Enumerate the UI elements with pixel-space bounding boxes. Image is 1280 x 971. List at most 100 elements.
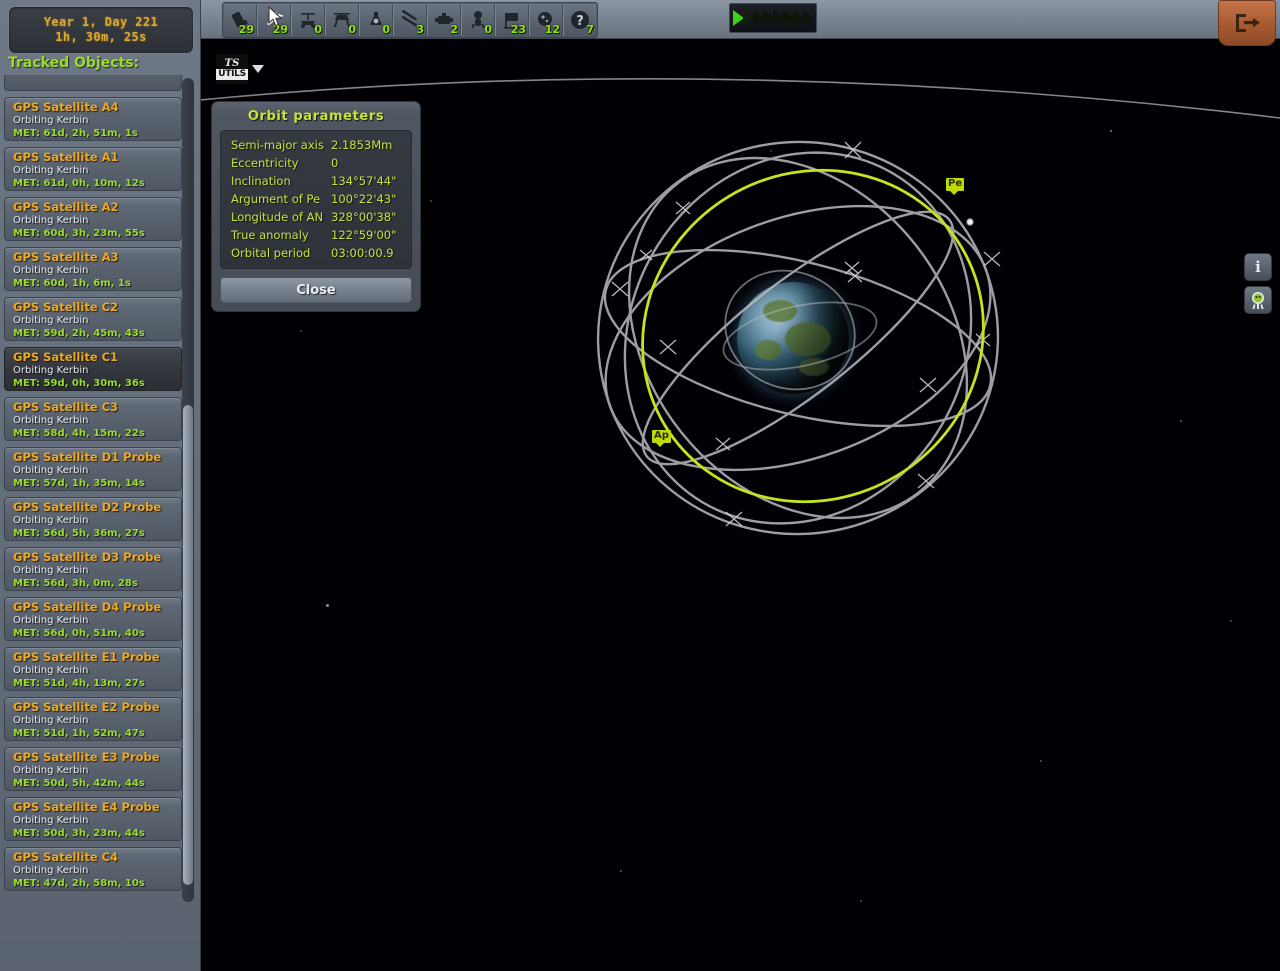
vessel-body: Orbiting Kerbin	[13, 115, 89, 126]
filter-debris-count: 3	[416, 23, 424, 36]
list-item[interactable]: GPS Satellite E3 Probe Orbiting Kerbin M…	[4, 747, 182, 791]
vessel-body: Orbiting Kerbin	[13, 365, 89, 376]
list-item[interactable]: GPS Satellite D1 Probe Orbiting Kerbin M…	[4, 447, 182, 491]
vessel-met: MET: 58d, 4h, 15m, 22s	[13, 428, 145, 439]
param-value: 100°22'43"	[331, 192, 397, 206]
list-item[interactable]: GPS Satellite C2 Orbiting Kerbin MET: 59…	[4, 297, 182, 341]
vessel-name: GPS Satellite C1	[13, 350, 119, 364]
vessel-met: MET: 60d, 1h, 6m, 1s	[13, 278, 131, 289]
dialog-title: Orbit parameters	[247, 109, 385, 124]
vessel-name: GPS Satellite C3	[13, 400, 119, 414]
vessel-body: Orbiting Kerbin	[13, 715, 89, 726]
table-row: Eccentricity 0	[221, 154, 411, 172]
param-label: Argument of Pe	[231, 192, 321, 206]
vessel-name: GPS Satellite A4	[13, 100, 119, 114]
filter-unknown-count: 7	[586, 23, 594, 36]
list-item[interactable]: GPS Satellite A2 Orbiting Kerbin MET: 60…	[4, 197, 182, 241]
param-label: True anomaly	[231, 228, 309, 242]
vessel-met: MET: 47d, 2h, 58m, 10s	[13, 878, 145, 889]
close-button[interactable]: Close	[220, 277, 412, 303]
ts-utils-line2: UTILS	[216, 69, 248, 80]
list-item[interactable]: GPS Satellite D4 Probe Orbiting Kerbin M…	[4, 597, 182, 641]
list-item[interactable]: GPS Satellite A1 Orbiting Kerbin MET: 61…	[4, 147, 182, 191]
vessel-body: Orbiting Kerbin	[13, 315, 89, 326]
param-label: Eccentricity	[231, 156, 299, 170]
filter-rover-count: 0	[314, 23, 322, 36]
param-label: Orbital period	[231, 246, 311, 260]
filter-satellite-button[interactable]: 29	[224, 4, 257, 36]
list-item[interactable]: GPS Satellite A3 Orbiting Kerbin MET: 60…	[4, 247, 182, 291]
list-item[interactable]: Orbiting Kerbin MET: 63d, 0h, 0m, 42s	[4, 75, 182, 91]
filter-lander-count: 0	[348, 23, 356, 36]
filter-probe-count: 0	[382, 23, 390, 36]
time-warp-indicator[interactable]	[729, 3, 817, 33]
filter-lander-button[interactable]: 0	[325, 4, 359, 36]
filter-station-button[interactable]: 2	[427, 4, 461, 36]
vessel-name: GPS Satellite A1	[13, 150, 119, 164]
vessel-body: Orbiting Kerbin	[13, 465, 89, 476]
ts-utils-launcher[interactable]: TS UTILS	[216, 54, 264, 84]
mouse-cursor	[268, 6, 283, 27]
vessel-met: MET: 59d, 0h, 30m, 36s	[13, 378, 145, 389]
ts-utils-icon[interactable]: TS UTILS	[216, 54, 248, 84]
vessel-met: MET: 59d, 2h, 45m, 43s	[13, 328, 145, 339]
list-item[interactable]: GPS Satellite C4 Orbiting Kerbin MET: 47…	[4, 847, 182, 891]
param-label: Inclination	[231, 174, 291, 188]
svg-text:?: ?	[576, 14, 584, 29]
list-item[interactable]: GPS Satellite E1 Probe Orbiting Kerbin M…	[4, 647, 182, 691]
param-value: 122°59'00"	[331, 228, 397, 242]
vessel-body: Orbiting Kerbin	[13, 215, 89, 226]
vessel-body: Orbiting Kerbin	[13, 565, 89, 576]
vessel-met: MET: 63d, 0h, 0m, 42s	[13, 75, 181, 76]
vessel-list[interactable]: Orbiting Kerbin MET: 63d, 0h, 0m, 42s GP…	[4, 75, 196, 905]
vessel-list-scroll-thumb[interactable]	[183, 405, 193, 885]
info-button[interactable]: i	[1244, 253, 1272, 281]
filter-debris-button[interactable]: 3	[393, 4, 427, 36]
vessel-list-scrollbar[interactable]	[182, 78, 194, 902]
kerbal-roster-button[interactable]	[1244, 286, 1272, 314]
mission-clock: Year 1, Day 221 1h, 30m, 25s	[8, 6, 194, 54]
list-item[interactable]: GPS Satellite E2 Probe Orbiting Kerbin M…	[4, 697, 182, 741]
vessel-body: Orbiting Kerbin	[13, 615, 89, 626]
vessel-name: GPS Satellite E1 Probe	[13, 650, 160, 664]
vessel-met: MET: 50d, 3h, 23m, 44s	[13, 828, 145, 839]
filter-kerbal-eva-count: 0	[484, 23, 492, 36]
exit-button[interactable]	[1218, 0, 1276, 46]
vessel-body: Orbiting Kerbin	[13, 765, 89, 776]
filter-rover-button[interactable]: 0	[291, 4, 325, 36]
vessel-met: MET: 61d, 0h, 10m, 12s	[13, 178, 145, 189]
param-value: 03:00:00.9	[331, 246, 394, 260]
vessel-met: MET: 50d, 5h, 42m, 44s	[13, 778, 145, 789]
side-button-group: i	[1244, 253, 1272, 314]
vessel-met: MET: 51d, 1h, 52m, 47s	[13, 728, 145, 739]
filter-asteroid-button[interactable]: 12	[529, 4, 563, 36]
warp-level-8[interactable]	[803, 10, 814, 26]
list-item[interactable]: GPS Satellite C3 Orbiting Kerbin MET: 58…	[4, 397, 182, 441]
vessel-met: MET: 56d, 3h, 0m, 28s	[13, 578, 138, 589]
vessel-body: Orbiting Kerbin	[13, 665, 89, 676]
filter-flag-count: 23	[510, 23, 526, 36]
vessel-body: Orbiting Kerbin	[13, 265, 89, 276]
periapsis-marker[interactable]: Pe	[946, 178, 965, 195]
filter-kerbal-eva-button[interactable]: 0	[461, 4, 495, 36]
vessel-name: GPS Satellite D2 Probe	[13, 500, 162, 514]
list-item[interactable]: GPS Satellite D2 Probe Orbiting Kerbin M…	[4, 497, 182, 541]
vessel-met: MET: 57d, 1h, 35m, 14s	[13, 478, 145, 489]
list-item[interactable]: GPS Satellite A4 Orbiting Kerbin MET: 61…	[4, 97, 182, 141]
list-item-selected[interactable]: GPS Satellite C1 Orbiting Kerbin MET: 59…	[4, 347, 182, 391]
list-item[interactable]: GPS Satellite D3 Probe Orbiting Kerbin M…	[4, 547, 182, 591]
table-row: Orbital period 03:00:00.9	[221, 244, 411, 262]
chevron-down-icon[interactable]	[252, 65, 264, 73]
apoapsis-marker[interactable]: Ap	[652, 430, 671, 447]
filter-probe-button[interactable]: 0	[359, 4, 393, 36]
orbit-parameters-table: Semi-major axis 2.1853Mm Eccentricity 0 …	[220, 130, 412, 269]
param-label: Semi-major axis	[231, 138, 324, 152]
vessel-met: MET: 56d, 0h, 51m, 40s	[13, 628, 145, 639]
param-value: 134°57'44"	[331, 174, 397, 188]
orbit-parameters-dialog: Orbit parameters Semi-major axis 2.1853M…	[211, 101, 421, 312]
filter-flag-button[interactable]: 23	[495, 4, 529, 36]
list-item[interactable]: GPS Satellite E4 Probe Orbiting Kerbin M…	[4, 797, 182, 841]
filter-unknown-button[interactable]: ? 7	[563, 4, 596, 36]
vessel-name: GPS Satellite D3 Probe	[13, 550, 162, 564]
vessel-marker	[966, 218, 974, 226]
